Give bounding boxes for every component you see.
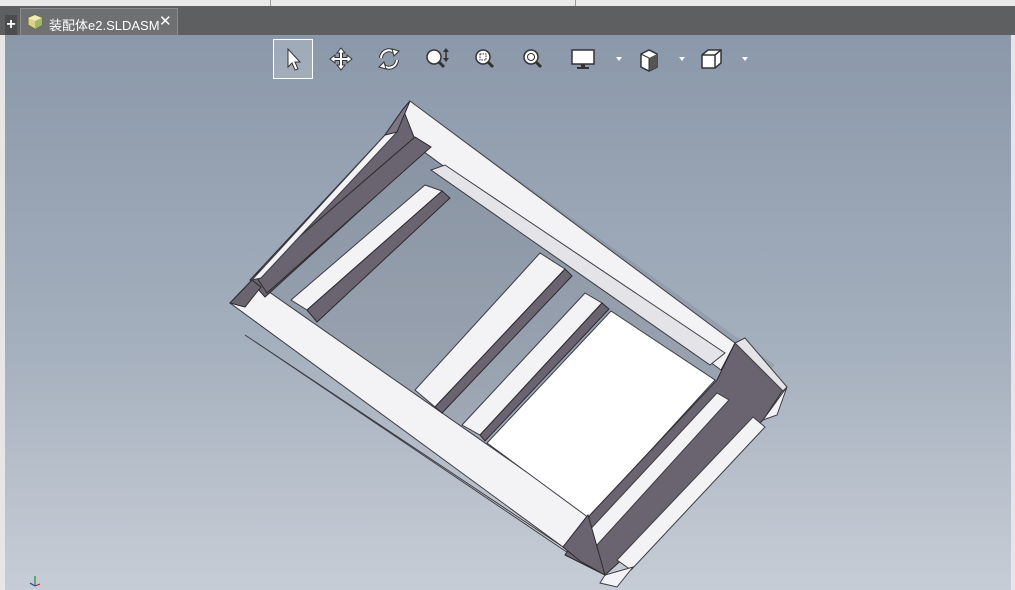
add-tab-button[interactable]: + — [5, 15, 17, 35]
document-tab[interactable]: 装配体e2.SLDASM ✕ — [20, 8, 178, 35]
close-tab-button[interactable]: ✕ — [159, 13, 172, 31]
document-title: 装配体e2.SLDASM — [49, 18, 160, 33]
assembly-icon — [27, 14, 43, 30]
assembly-model[interactable] — [5, 35, 1011, 590]
right-panel-edge — [1011, 35, 1015, 590]
graphics-viewport[interactable] — [5, 35, 1011, 590]
document-tab-bar: + 装配体e2.SLDASM ✕ — [0, 6, 1015, 35]
reference-triad-icon — [29, 576, 41, 587]
